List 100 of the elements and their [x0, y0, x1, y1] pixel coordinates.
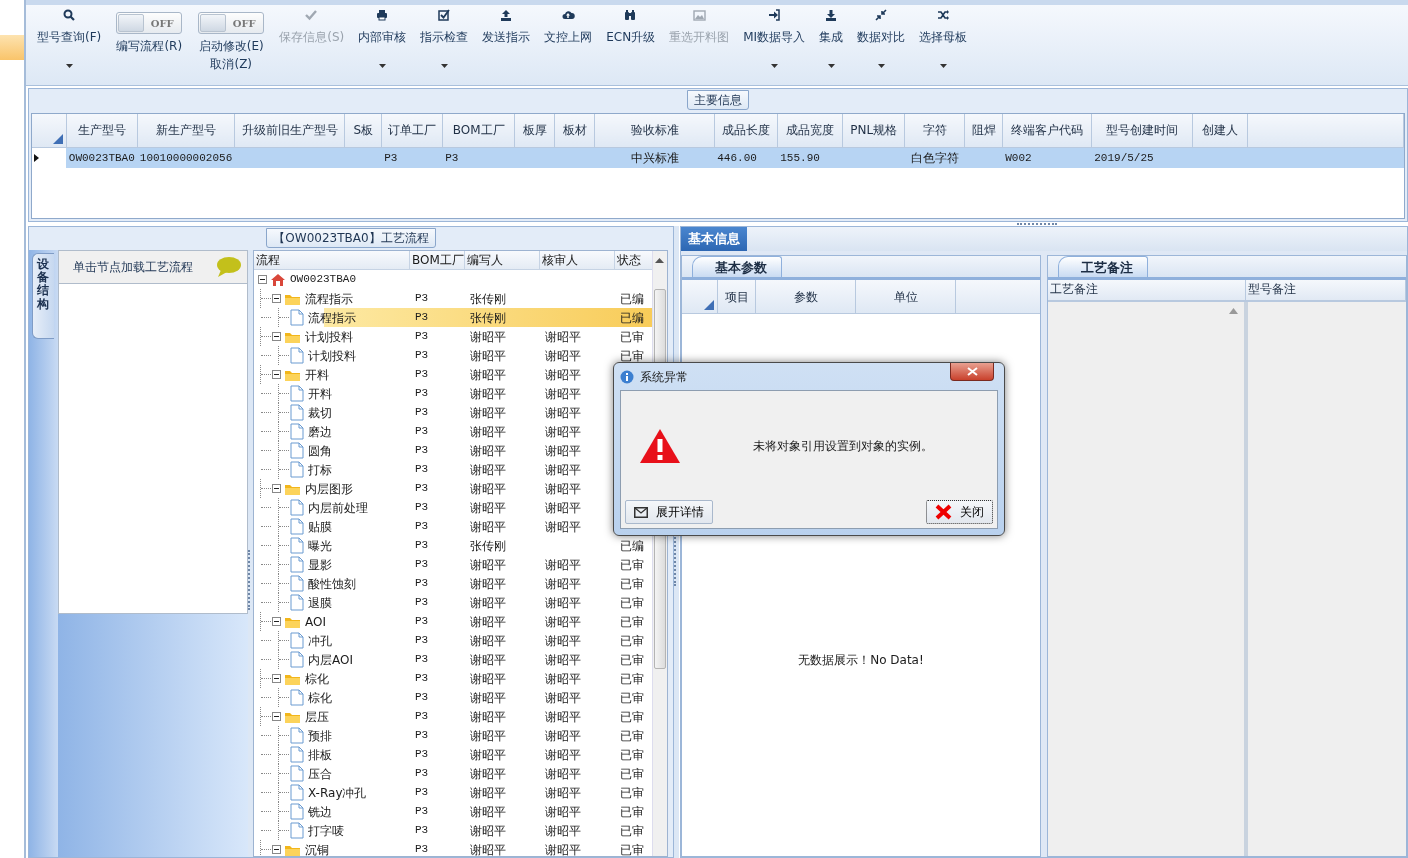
tree-row[interactable]: 棕化 P3 谢昭平 谢昭平 已审 — [254, 688, 652, 707]
tree-node-label[interactable]: 内层图形 — [305, 479, 353, 498]
collapse-icon[interactable] — [258, 275, 267, 284]
column-header[interactable]: S板 — [344, 114, 382, 147]
tree-node-label[interactable]: OW0023TBA0 — [290, 271, 356, 288]
tree-node-label[interactable]: 打标 — [308, 460, 332, 479]
tree-row[interactable]: 排板 P3 谢昭平 谢昭平 已审 — [254, 745, 652, 764]
tree-node-label[interactable]: 圆角 — [308, 441, 332, 460]
column-header[interactable]: BOM工厂 — [410, 251, 465, 269]
collapse-icon[interactable] — [272, 484, 281, 493]
tree-node-label[interactable]: 压合 — [308, 764, 332, 783]
tree-row[interactable]: 开料 P3 谢昭平 谢昭平 — [254, 365, 615, 384]
collapse-icon[interactable] — [272, 712, 281, 721]
collapse-icon[interactable] — [272, 674, 281, 683]
collapse-icon[interactable] — [272, 845, 281, 854]
tree-row[interactable]: 计划投料 P3 谢昭平 谢昭平 已审 — [254, 327, 652, 346]
tree-row[interactable]: 压合 P3 谢昭平 谢昭平 已审 — [254, 764, 652, 783]
column-header[interactable]: 字符 — [904, 114, 965, 147]
column-header[interactable]: 型号备注 — [1246, 280, 1406, 300]
column-header[interactable]: 流程 — [254, 251, 410, 269]
tree-row[interactable]: 棕化 P3 谢昭平 谢昭平 已审 — [254, 669, 652, 688]
tree-row[interactable]: 预排 P3 谢昭平 谢昭平 已审 — [254, 726, 652, 745]
tree-node-label[interactable]: 内层前处理 — [308, 498, 368, 517]
column-header[interactable]: 订单工厂 — [381, 114, 443, 147]
tree-node-label[interactable]: 退膜 — [308, 593, 332, 612]
tree-node-label[interactable]: 显影 — [308, 555, 332, 574]
vertical-tab[interactable]: 设备结构 — [32, 253, 54, 339]
tree-node-label[interactable]: AOI — [305, 612, 326, 631]
tree-row[interactable]: 打标 P3 谢昭平 谢昭平 — [254, 460, 615, 479]
tree-node-label[interactable]: 预排 — [308, 726, 332, 745]
tree-row[interactable]: 沉铜 P3 谢昭平 谢昭平 已审 — [254, 840, 652, 856]
toggle-switch[interactable]: OFF — [116, 12, 183, 34]
tab[interactable]: 工艺备注 — [1058, 255, 1148, 277]
tree-row[interactable]: 开料 P3 谢昭平 谢昭平 — [254, 384, 615, 403]
column-header[interactable]: 终端客户代码 — [1002, 114, 1092, 147]
column-header[interactable]: 成品长度 — [714, 114, 778, 147]
column-header[interactable]: 项目 — [718, 280, 756, 313]
dialog-button[interactable]: 关闭 — [926, 500, 993, 524]
toolbar-button[interactable]: ECN升级 — [599, 5, 663, 81]
close-button[interactable] — [950, 363, 994, 381]
dialog-button[interactable]: 展开详情 — [625, 500, 713, 524]
tab[interactable]: 基本信息 — [681, 227, 747, 251]
tree-node-label[interactable]: 开料 — [308, 384, 332, 403]
toolbar-button[interactable]: 文控上网 — [537, 5, 600, 81]
toolbar-button[interactable]: 型号查询(F) — [30, 5, 109, 81]
tree-row[interactable]: 层压 P3 谢昭平 谢昭平 已审 — [254, 707, 652, 726]
column-header[interactable]: 单位 — [856, 280, 956, 313]
tree-row[interactable]: 内层图形 P3 谢昭平 谢昭平 — [254, 479, 615, 498]
tree-node-label[interactable]: 冲孔 — [308, 631, 332, 650]
tree-row[interactable]: 计划投料 P3 谢昭平 谢昭平 已审 — [254, 346, 652, 365]
tree-row[interactable]: 裁切 P3 谢昭平 谢昭平 — [254, 403, 615, 422]
tree-node-label[interactable]: 流程指示 — [308, 308, 356, 327]
tree-node-label[interactable]: 贴膜 — [308, 517, 332, 536]
tree-row[interactable]: 贴膜 P3 谢昭平 谢昭平 — [254, 517, 615, 536]
tree-node-label[interactable]: 棕化 — [305, 669, 329, 688]
toolbar-button[interactable]: MI数据导入 — [736, 5, 813, 81]
column-header[interactable]: 创建人 — [1192, 114, 1248, 147]
tree-row[interactable]: 磨边 P3 谢昭平 谢昭平 — [254, 422, 615, 441]
tree-node-label[interactable]: 裁切 — [308, 403, 332, 422]
select-all-corner-icon[interactable] — [704, 300, 714, 310]
toolbar-button[interactable]: 发送指示 — [475, 5, 538, 81]
collapse-icon[interactable] — [272, 332, 281, 341]
column-header[interactable]: 验收标准 — [594, 114, 715, 147]
toolbar-button[interactable]: 指示检查 — [413, 5, 476, 81]
tree-row[interactable]: 显影 P3 谢昭平 谢昭平 已审 — [254, 555, 652, 574]
tree-node-label[interactable]: 层压 — [305, 707, 329, 726]
tree-row[interactable]: 冲孔 P3 谢昭平 谢昭平 已审 — [254, 631, 652, 650]
tree-node-label[interactable]: 磨边 — [308, 422, 332, 441]
collapse-icon[interactable] — [272, 617, 281, 626]
tree-node-label[interactable]: X-Ray冲孔 — [308, 783, 367, 802]
toggle-switch[interactable]: OFF — [198, 12, 265, 34]
tree-row[interactable]: 铣边 P3 谢昭平 谢昭平 已审 — [254, 802, 652, 821]
column-header[interactable]: 成品宽度 — [777, 114, 843, 147]
collapse-icon[interactable] — [272, 370, 281, 379]
column-header[interactable]: 升级前旧生产型号 — [234, 114, 345, 147]
tree-node-label[interactable]: 打字唛 — [308, 821, 344, 840]
tree-row[interactable]: 酸性蚀刻 P3 谢昭平 谢昭平 已审 — [254, 574, 652, 593]
tree-row[interactable]: 内层前处理 P3 谢昭平 谢昭平 — [254, 498, 615, 517]
column-header[interactable]: 核审人 — [540, 251, 615, 269]
tree-node-label[interactable]: 计划投料 — [308, 346, 356, 365]
column-header[interactable]: 阻焊 — [964, 114, 1003, 147]
column-header[interactable]: 参数 — [756, 280, 856, 313]
toolbar-button[interactable]: 内部审核 — [351, 5, 414, 81]
tree-node-label[interactable]: 开料 — [305, 365, 329, 384]
column-header[interactable]: 型号创建时间 — [1091, 114, 1193, 147]
tree-node-label[interactable]: 内层AOI — [308, 650, 353, 669]
collapse-icon[interactable] — [272, 294, 281, 303]
tab[interactable]: 基本参数 — [692, 255, 782, 277]
tree-row[interactable]: OW0023TBA0 — [254, 270, 652, 289]
select-all-corner-icon[interactable] — [52, 133, 63, 144]
tree-row[interactable]: 圆角 P3 谢昭平 谢昭平 — [254, 441, 615, 460]
tree-row[interactable]: 退膜 P3 谢昭平 谢昭平 已审 — [254, 593, 652, 612]
tree-node-label[interactable]: 流程指示 — [305, 289, 353, 308]
column-header[interactable]: 板材 — [554, 114, 595, 147]
tree-row[interactable]: AOI P3 谢昭平 谢昭平 已审 — [254, 612, 652, 631]
column-header[interactable]: 编写人 — [465, 251, 540, 269]
tree-node-label[interactable]: 曝光 — [308, 536, 332, 555]
tree-node-label[interactable]: 沉铜 — [305, 840, 329, 856]
tree-row[interactable]: 打字唛 P3 谢昭平 谢昭平 已审 — [254, 821, 652, 840]
toolbar-button[interactable]: 数据对比 — [850, 5, 913, 81]
